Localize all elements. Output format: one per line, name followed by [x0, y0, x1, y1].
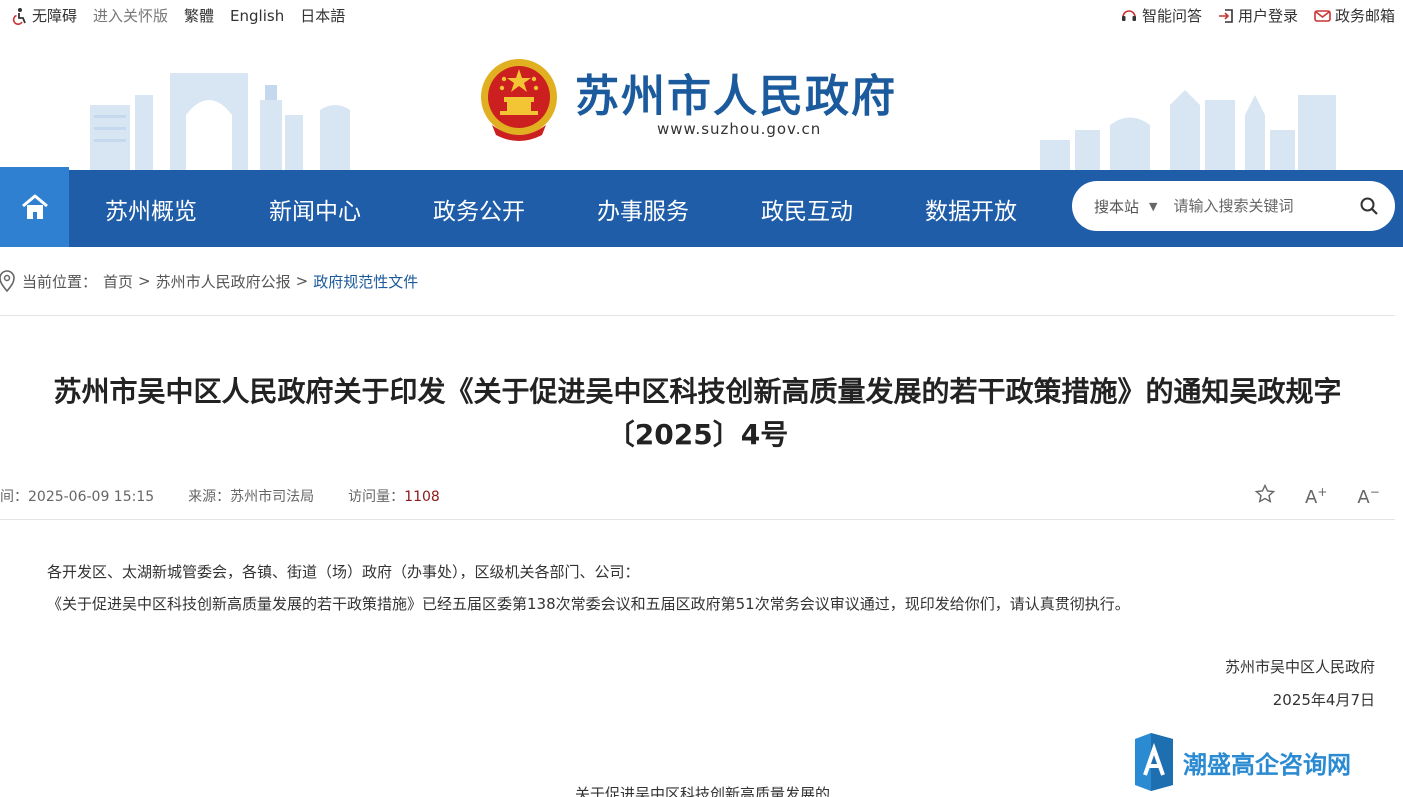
accessibility-link[interactable]: 无障碍 — [10, 5, 77, 26]
national-emblem — [481, 59, 557, 141]
favorite-button[interactable] — [1254, 483, 1276, 509]
mailbox-link[interactable]: 政务邮箱 — [1314, 5, 1395, 26]
accessibility-label: 无障碍 — [32, 7, 78, 25]
nav-items: 苏州概览 新闻中心 政务公开 办事服务 政民互动 数据开放 — [69, 170, 1053, 247]
login-label: 用户登录 — [1237, 7, 1298, 25]
signer: 苏州市吴中区人民政府 — [1224, 658, 1375, 676]
location-pin-icon — [0, 270, 15, 292]
english-link[interactable]: English — [230, 7, 284, 25]
breadcrumb-label: 当前位置： — [22, 272, 98, 291]
skyline-right-illustration — [1040, 90, 1336, 170]
search-scope-select[interactable]: 搜本站 ▼ — [1094, 196, 1157, 217]
source-label: 来源： — [188, 489, 231, 505]
divider — [0, 519, 1395, 520]
nav-item-open-data[interactable]: 数据开放 — [889, 192, 1053, 226]
source-value: 苏州市司法局 — [230, 489, 315, 505]
nav-item-interaction[interactable]: 政民互动 — [725, 192, 889, 226]
sign-date: 2025年4月7日 — [1272, 691, 1375, 709]
font-larger-button[interactable]: A+ — [1305, 485, 1327, 508]
breadcrumb-separator: > — [295, 272, 309, 290]
breadcrumb-current[interactable]: 政府规范性文件 — [313, 271, 418, 292]
search-input[interactable] — [1173, 197, 1344, 215]
view-count: 访问量：1108 — [348, 486, 440, 506]
source: 来源：苏州市司法局 — [188, 486, 314, 506]
main-nav: 苏州概览 新闻中心 政务公开 办事服务 政民互动 数据开放 搜本站 ▼ — [0, 167, 1403, 247]
search-scope-label: 搜本站 — [1094, 197, 1140, 216]
smart-qa-label: 智能问答 — [1141, 7, 1202, 25]
article-title-line-1: 苏州市吴中区人民政府关于印发《关于促进吴中区科技创新高质量发展的若干政策措施》的… — [53, 375, 1342, 408]
divider — [0, 315, 1395, 316]
top-bar: 无障碍 进入关怀版 繁體 English 日本語 智能问答 用户登录 政务邮箱 — [0, 0, 1403, 30]
minus-icon: − — [1369, 485, 1380, 499]
site-title: 苏州市人民政府 — [575, 71, 897, 122]
home-button[interactable] — [0, 167, 69, 247]
japanese-link[interactable]: 日本語 — [300, 5, 345, 26]
view-count-value: 1108 — [404, 489, 440, 505]
headset-icon — [1121, 9, 1136, 21]
breadcrumb-separator: > — [138, 272, 151, 290]
search-box: 搜本站 ▼ — [1072, 181, 1395, 231]
home-icon — [21, 194, 48, 219]
top-bar-right: 智能问答 用户登录 政务邮箱 — [1104, 5, 1395, 26]
publish-time-label: 时间： — [0, 489, 28, 505]
article-paragraph: 各开发区、太湖新城管委会，各镇、街道（场）政府（办事处），区级机关各部门、公司： — [47, 563, 640, 581]
nav-item-services[interactable]: 办事服务 — [561, 192, 725, 226]
accessibility-icon — [12, 7, 26, 25]
mail-icon — [1314, 9, 1331, 22]
nav-item-overview[interactable]: 苏州概览 — [69, 192, 233, 226]
top-bar-left: 无障碍 进入关怀版 繁體 English 日本語 — [10, 5, 361, 26]
view-count-label: 访问量： — [348, 489, 405, 505]
publish-time: 时间：2025-06-09 15:15 — [0, 486, 154, 506]
article-title: 苏州市吴中区人民政府关于印发《关于促进吴中区科技创新高质量发展的若干政策措施》的… — [0, 370, 1395, 456]
publish-time-value: 2025-06-09 15:15 — [28, 489, 155, 505]
article-paragraph: 《关于促进吴中区科技创新高质量发展的若干政策措施》已经五届区委第138次常委会议… — [47, 595, 1130, 613]
font-smaller-label: A — [1357, 487, 1370, 508]
breadcrumb-home[interactable]: 首页 — [103, 271, 133, 292]
mailbox-label: 政务邮箱 — [1334, 7, 1395, 25]
caret-down-icon: ▼ — [1149, 199, 1158, 213]
attachment-title: 关于促进吴中区科技创新高质量发展的 — [575, 785, 831, 797]
breadcrumb: 当前位置： 首页 > 苏州市人民政府公报 > 政府规范性文件 — [0, 270, 418, 292]
watermark-logo — [1135, 733, 1173, 791]
watermark-text: 潮盛高企咨询网 — [1183, 749, 1351, 779]
elder-mode-link[interactable]: 进入关怀版 — [93, 5, 168, 26]
login-link[interactable]: 用户登录 — [1218, 5, 1298, 26]
search-icon — [1360, 197, 1378, 215]
page: 无障碍 进入关怀版 繁體 English 日本語 智能问答 用户登录 政务邮箱 … — [0, 0, 1403, 797]
watermark: 潮盛高企咨询网 — [1135, 733, 1351, 791]
font-larger-label: A — [1305, 487, 1318, 508]
article-title-line-2: 〔2025〕4号 — [606, 418, 789, 451]
article-tools: A+ A− — [1254, 483, 1380, 509]
header-banner: 苏州市人民政府 www.suzhou.gov.cn — [0, 30, 1403, 170]
skyline-left-illustration — [90, 73, 350, 170]
nav-item-news[interactable]: 新闻中心 — [233, 192, 397, 226]
traditional-chinese-link[interactable]: 繁體 — [184, 5, 214, 26]
article-meta: 时间：2025-06-09 15:15 来源：苏州市司法局 访问量：1108 — [0, 486, 474, 506]
search-button[interactable] — [1359, 196, 1379, 220]
smart-qa-link[interactable]: 智能问答 — [1120, 5, 1202, 26]
nav-item-gov-affairs[interactable]: 政务公开 — [397, 192, 561, 226]
font-smaller-button[interactable]: A− — [1357, 485, 1379, 508]
star-icon — [1254, 483, 1276, 503]
site-url: www.suzhou.gov.cn — [657, 120, 822, 138]
login-icon — [1218, 8, 1233, 23]
plus-icon: + — [1317, 485, 1328, 499]
breadcrumb-gazette[interactable]: 苏州市人民政府公报 — [156, 271, 291, 292]
